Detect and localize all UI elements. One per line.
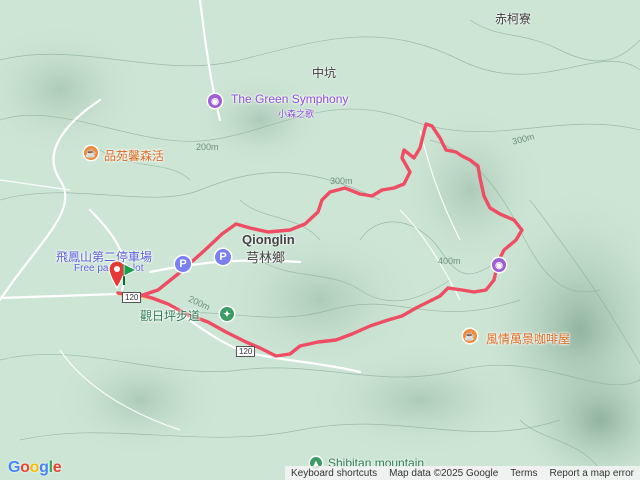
poi-fengqing[interactable]: 風情萬景咖啡屋	[486, 330, 570, 347]
poi-green-symphony[interactable]: The Green Symphony	[231, 92, 348, 106]
map-canvas[interactable]: 赤柯寮 中坑 Qionglin 芎林鄉 Shibitan mountain ▲ …	[0, 0, 640, 480]
parking-icon[interactable]: P	[215, 249, 231, 265]
cafe-icon[interactable]: ☕	[84, 146, 98, 160]
camera-icon[interactable]: ◉	[492, 258, 506, 272]
keyboard-shortcuts-link[interactable]: Keyboard shortcuts	[285, 468, 383, 479]
contour-label: 300m	[330, 176, 353, 186]
trail-icon[interactable]: ✦	[220, 307, 234, 321]
map-data-attribution: Map data ©2025 Google	[389, 467, 499, 479]
contour-label: 400m	[438, 256, 461, 266]
road-shield: 120	[236, 346, 256, 357]
poi-pinyuan[interactable]: 品苑馨森活	[104, 147, 164, 164]
google-logo: Google	[8, 459, 62, 476]
cafe-icon[interactable]: ☕	[463, 329, 477, 343]
place-qionglin-zh: 芎林鄉	[246, 250, 286, 265]
attribution-bar: Keyboard shortcuts Map data ©2025 Google…	[284, 466, 640, 480]
place-chikeliao: 赤柯寮	[495, 12, 532, 26]
poi-green-symphony-zh: 小森之歌	[278, 109, 315, 119]
end-marker-icon[interactable]	[121, 262, 137, 286]
report-error-link[interactable]: Report a map error	[544, 468, 640, 479]
camera-icon[interactable]: ◉	[208, 94, 222, 108]
parking-icon[interactable]: P	[175, 256, 191, 272]
terms-link[interactable]: Terms	[504, 468, 543, 479]
contour-label: 200m	[196, 142, 219, 152]
poi-guanri[interactable]: 觀日坪步道	[140, 307, 200, 324]
road-shield: 120	[122, 292, 142, 303]
place-zhongkeng: 中坑	[312, 66, 337, 80]
place-qionglin-en: Qionglin	[242, 232, 295, 247]
